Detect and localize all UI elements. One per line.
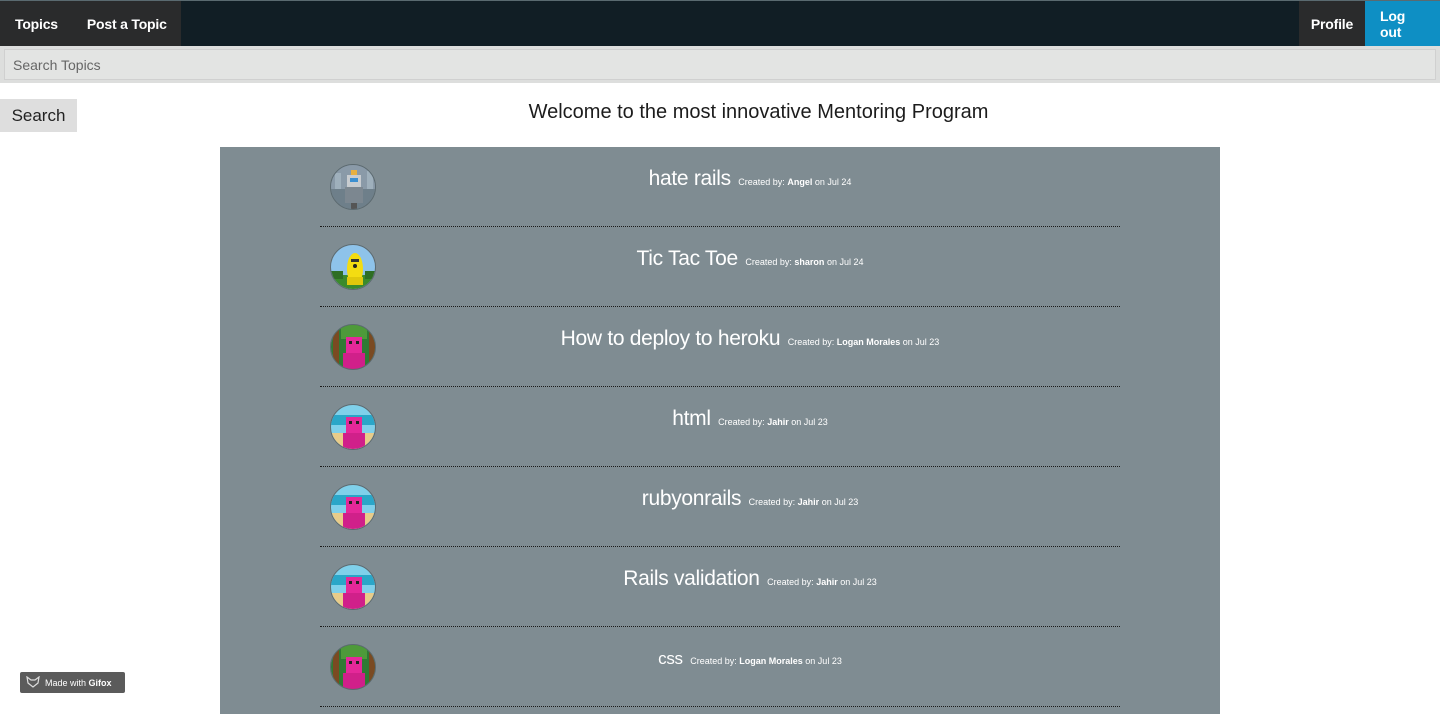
topic-date: on Jul 23: [902, 337, 940, 347]
topic-meta: Created by: Jahir on Jul 23: [749, 497, 859, 507]
topic-meta: Created by: Angel on Jul 24: [738, 177, 851, 187]
pink-figure-beach-avatar[interactable]: [330, 484, 376, 530]
topic-date: on Jul 23: [805, 656, 842, 666]
topic-meta: Created by: sharon on Jul 24: [745, 257, 863, 267]
topic-row[interactable]: html Created by: Jahir on Jul 23: [320, 387, 1120, 467]
topic-row[interactable]: rubyonrails Created by: Jahir on Jul 23: [320, 467, 1120, 547]
search-button[interactable]: Search: [0, 99, 77, 132]
topic-title[interactable]: css: [658, 649, 683, 668]
fox-icon: [26, 675, 45, 690]
topic-meta: Created by: Jahir on Jul 23: [718, 417, 828, 427]
nav-profile-link[interactable]: Profile: [1299, 1, 1365, 46]
badge-prefix: Made with: [45, 677, 87, 688]
badge-brand: Gifox: [88, 677, 112, 688]
created-by-label: Created by:: [745, 257, 792, 267]
topic-date: on Jul 24: [826, 257, 864, 267]
nav-right-group: Profile Log out: [1299, 1, 1440, 46]
topic-author[interactable]: Logan Morales: [837, 337, 901, 347]
topic-author[interactable]: Jahir: [767, 417, 789, 427]
topic-title[interactable]: hate rails: [649, 167, 732, 190]
nav-post-topic-link[interactable]: Post a Topic: [73, 1, 181, 46]
top-navbar: Topics Post a Topic Profile Log out: [0, 0, 1440, 46]
topic-author[interactable]: Logan Morales: [739, 656, 803, 666]
pink-figure-beach-avatar[interactable]: [330, 564, 376, 610]
topic-title[interactable]: How to deploy to heroku: [561, 327, 781, 350]
topic-row[interactable]: hate rails Created by: Angel on Jul 24: [320, 147, 1120, 227]
topic-date: on Jul 23: [840, 577, 877, 587]
topic-author[interactable]: Jahir: [798, 497, 820, 507]
topic-author[interactable]: sharon: [794, 257, 824, 267]
created-by-label: Created by:: [748, 497, 796, 507]
nav-topics-link[interactable]: Topics: [0, 1, 73, 46]
topic-heading: Rails validation Created by: Jahir on Ju…: [380, 567, 1120, 591]
topic-meta: Created by: Jahir on Jul 23: [767, 577, 877, 587]
gifox-watermark: Made with Gifox: [20, 672, 125, 693]
topic-date: on Jul 23: [791, 417, 828, 427]
topic-row[interactable]: Rails validation Created by: Jahir on Ju…: [320, 547, 1120, 627]
topic-author[interactable]: Angel: [787, 177, 812, 187]
topic-title[interactable]: html: [672, 407, 711, 430]
topic-title[interactable]: Rails validation: [623, 567, 760, 590]
created-by-label: Created by:: [738, 177, 785, 187]
nav-left-group: Topics Post a Topic: [0, 1, 181, 46]
banana-avatar[interactable]: [330, 244, 376, 290]
topic-meta: Created by: Logan Morales on Jul 23: [690, 656, 842, 666]
topic-date: on Jul 23: [821, 497, 859, 507]
topics-panel: hate rails Created by: Angel on Jul 24 T…: [220, 147, 1220, 714]
topic-heading: rubyonrails Created by: Jahir on Jul 23: [380, 487, 1120, 511]
topic-title[interactable]: Tic Tac Toe: [637, 247, 739, 270]
nav-logout-button[interactable]: Log out: [1365, 1, 1440, 46]
topic-meta: Created by: Logan Morales on Jul 23: [788, 337, 940, 347]
created-by-label: Created by:: [718, 417, 765, 427]
topic-title[interactable]: rubyonrails: [642, 487, 742, 510]
topic-heading: Tic Tac Toe Created by: sharon on Jul 24: [380, 247, 1120, 271]
topic-heading: css Created by: Logan Morales on Jul 23: [380, 649, 1120, 669]
created-by-label: Created by:: [787, 337, 835, 347]
topic-row[interactable]: css Created by: Logan Morales on Jul 23: [320, 627, 1120, 707]
pink-figure-forest-avatar[interactable]: [330, 324, 376, 370]
topic-author[interactable]: Jahir: [816, 577, 838, 587]
topic-row[interactable]: Tic Tac Toe Created by: sharon on Jul 24: [320, 227, 1120, 307]
topic-heading: hate rails Created by: Angel on Jul 24: [380, 167, 1120, 191]
topic-heading: How to deploy to heroku Created by: Loga…: [380, 327, 1120, 351]
search-input[interactable]: [4, 49, 1436, 80]
topic-heading: html Created by: Jahir on Jul 23: [380, 407, 1120, 431]
page-title: Welcome to the most innovative Mentoring…: [528, 101, 989, 123]
created-by-label: Created by:: [767, 577, 814, 587]
search-bar: [0, 46, 1440, 83]
created-by-label: Created by:: [690, 656, 737, 666]
pink-figure-forest-avatar[interactable]: [330, 644, 376, 690]
topic-date: on Jul 24: [814, 177, 852, 187]
robot-avatar[interactable]: [330, 164, 376, 210]
pink-figure-beach-avatar[interactable]: [330, 404, 376, 450]
topic-row[interactable]: How to deploy to heroku Created by: Loga…: [320, 307, 1120, 387]
